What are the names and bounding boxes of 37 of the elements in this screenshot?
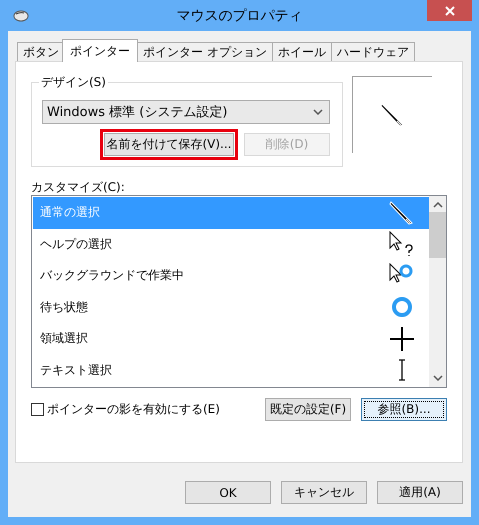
button[interactable]: 既定の設定(F) [265,398,351,421]
button[interactable]: キャンセル [281,481,367,504]
list-item[interactable]: ヘルプの選択 [33,228,429,260]
item-label: 領域選択 [40,330,88,348]
crosshair-cursor-icon [389,326,415,352]
tab[interactable]: ポインター [62,39,138,62]
customize-label: カスタマイズ(C): [31,179,126,195]
button[interactable]: 適用(A) [377,481,463,504]
scroll-up-icon [432,202,442,208]
button[interactable]: OK [185,481,271,504]
list-item[interactable]: バックグラウンドで作業中 [33,260,429,292]
item-label: バックグラウンドで作業中 [40,267,184,284]
help-cursor-icon [389,231,415,258]
item-label: 通常の選択 [40,204,100,222]
pen-cursor-icon [389,200,415,226]
checkbox[interactable] [31,403,44,416]
text-cursor-icon [398,359,406,382]
close-icon [444,4,456,16]
checkbox-label: ポインターの影を有効にする(E) [47,401,220,418]
tab[interactable]: ハードウェア [330,42,415,62]
item-label: 待ち状態 [40,298,88,316]
list-item[interactable]: 待ち状態 [33,292,429,323]
mouse-icon [12,8,30,22]
window-title: マウスのプロパティ [176,6,304,24]
pen-cursor-icon [380,102,406,128]
chevron-down-icon [313,109,323,115]
scroll-thumb[interactable] [429,212,446,258]
button[interactable]: 参照(B)... [361,398,447,421]
close-button[interactable] [427,0,472,21]
group-label: デザイン(S) [39,74,108,91]
item-label: テキスト選択 [40,362,112,379]
item-label: ヘルプの選択 [40,236,112,253]
scheme-dropdown[interactable]: Windows 標準 (システム設定) [42,100,330,124]
list-item[interactable]: 領域選択 [33,323,429,354]
scroll-down-icon [432,375,442,381]
scrollbar[interactable] [429,196,446,387]
list-item[interactable]: テキスト選択 [33,354,429,386]
